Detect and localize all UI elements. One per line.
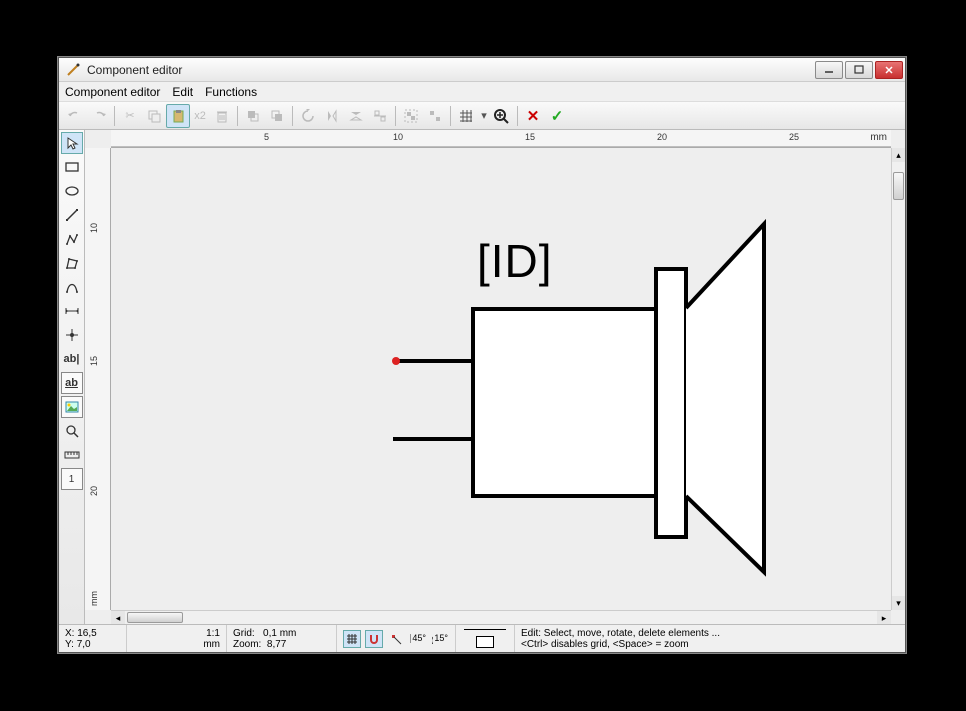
group-button[interactable]	[399, 104, 423, 128]
paste-button[interactable]	[166, 104, 190, 128]
grid-dropdown[interactable]: ▾	[478, 104, 490, 128]
horizontal-ruler: 5 10 15 20 25 mm	[111, 130, 891, 148]
titlebar: Component editor	[59, 58, 905, 82]
copy-button[interactable]	[142, 104, 166, 128]
grid-zoom-box: Grid: 0,1 mm Zoom: 8,77	[227, 625, 337, 652]
toolbar-separator	[450, 106, 451, 126]
ruler-tick: 20	[657, 132, 667, 142]
bring-front-button[interactable]	[241, 104, 265, 128]
line-tool[interactable]	[61, 204, 83, 226]
scroll-down-button[interactable]: ▾	[892, 596, 905, 610]
scroll-thumb-v[interactable]	[893, 172, 904, 200]
window-title: Component editor	[87, 63, 815, 77]
scroll-up-button[interactable]: ▴	[892, 148, 905, 162]
delete-button[interactable]	[210, 104, 234, 128]
ruler-tick: 5	[264, 132, 269, 142]
ruler-tick: 10	[89, 223, 99, 233]
maximize-button[interactable]	[845, 61, 873, 79]
menu-component-editor[interactable]: Component editor	[65, 85, 160, 99]
ruler-tick: 15	[525, 132, 535, 142]
help-text: Edit: Select, move, rotate, delete eleme…	[515, 625, 905, 652]
vertical-ruler: 10 15 20 mm	[85, 148, 111, 610]
style-preview	[456, 625, 515, 652]
label-tool[interactable]: ab	[61, 372, 83, 394]
duplicate-button[interactable]: x2	[190, 104, 210, 128]
fill-style-preview[interactable]	[476, 636, 494, 648]
align-button[interactable]	[368, 104, 392, 128]
menubar: Component editor Edit Functions	[59, 82, 905, 102]
angle-45-button[interactable]: 45°	[409, 630, 427, 648]
toolbar-separator	[395, 106, 396, 126]
image-tool[interactable]	[61, 396, 83, 418]
cancel-button[interactable]: ✕	[521, 104, 545, 128]
polygon-tool[interactable]	[61, 252, 83, 274]
mirror-v-button[interactable]	[344, 104, 368, 128]
mirror-h-button[interactable]	[320, 104, 344, 128]
menu-functions[interactable]: Functions	[205, 85, 257, 99]
component-drawing	[111, 148, 891, 608]
vertical-scrollbar[interactable]: ▴ ▾	[891, 148, 905, 610]
zoom-fit-button[interactable]	[490, 104, 514, 128]
window-controls	[815, 61, 903, 79]
measure-tool[interactable]	[61, 444, 83, 466]
snap-magnet-button[interactable]	[365, 630, 383, 648]
rect-tool[interactable]	[61, 156, 83, 178]
scale-box: 1:1 mm	[127, 625, 227, 652]
snap-endpoint-button[interactable]	[387, 630, 405, 648]
canvas-viewport[interactable]: [ID]	[111, 148, 891, 610]
minimize-button[interactable]	[815, 61, 843, 79]
app-window: Component editor Component editor Edit F…	[58, 57, 906, 653]
body: ab| ab 1 5 10 15 20 25 mm 10 15 20 mm	[59, 130, 905, 624]
workarea: 5 10 15 20 25 mm 10 15 20 mm [ID]	[85, 130, 905, 624]
tool-dock: ab| ab 1	[59, 130, 85, 624]
bezier-tool[interactable]	[61, 276, 83, 298]
polyline-tool[interactable]	[61, 228, 83, 250]
app-icon	[65, 62, 81, 78]
snap-grid-button[interactable]	[343, 630, 361, 648]
close-button[interactable]	[875, 61, 903, 79]
scroll-left-button[interactable]: ◂	[111, 611, 125, 625]
dimension-tool[interactable]	[61, 300, 83, 322]
zoom-tool[interactable]	[61, 420, 83, 442]
cut-button[interactable]: ✂	[118, 104, 142, 128]
toolbar-separator	[517, 106, 518, 126]
scroll-thumb-h[interactable]	[127, 612, 183, 623]
ruler-tick: 15	[89, 356, 99, 366]
ruler-tick: 20	[89, 486, 99, 496]
grid-button[interactable]	[454, 104, 478, 128]
line-style-preview[interactable]	[464, 629, 506, 630]
toolbar: ✂ x2 ▾ ✕ ✓	[59, 102, 905, 130]
angle-15-button[interactable]: 15°	[431, 630, 449, 648]
ungroup-button[interactable]	[423, 104, 447, 128]
select-tool[interactable]	[61, 132, 83, 154]
text-tool[interactable]: ab|	[61, 348, 83, 370]
horizontal-scrollbar[interactable]: ◂ ▸	[111, 610, 891, 624]
confirm-button[interactable]: ✓	[545, 104, 569, 128]
menu-edit[interactable]: Edit	[172, 85, 193, 99]
ellipse-tool[interactable]	[61, 180, 83, 202]
statusbar: X: 16,5 Y: 7,0 1:1 mm Grid: 0,1 mm Zoom:…	[59, 624, 905, 652]
toolbar-separator	[292, 106, 293, 126]
pin-tool[interactable]	[61, 324, 83, 346]
undo-button[interactable]	[63, 104, 87, 128]
ruler-unit-v: mm	[89, 591, 99, 606]
rotate-button[interactable]	[296, 104, 320, 128]
snap-buttons: 45° 15°	[337, 625, 456, 652]
ruler-tick: 25	[789, 132, 799, 142]
redo-button[interactable]	[87, 104, 111, 128]
scroll-right-button[interactable]: ▸	[877, 611, 891, 625]
frame-tool[interactable]: 1	[61, 468, 83, 490]
ruler-tick: 10	[393, 132, 403, 142]
toolbar-separator	[114, 106, 115, 126]
toolbar-separator	[237, 106, 238, 126]
send-back-button[interactable]	[265, 104, 289, 128]
cursor-position: X: 16,5 Y: 7,0	[59, 625, 127, 652]
